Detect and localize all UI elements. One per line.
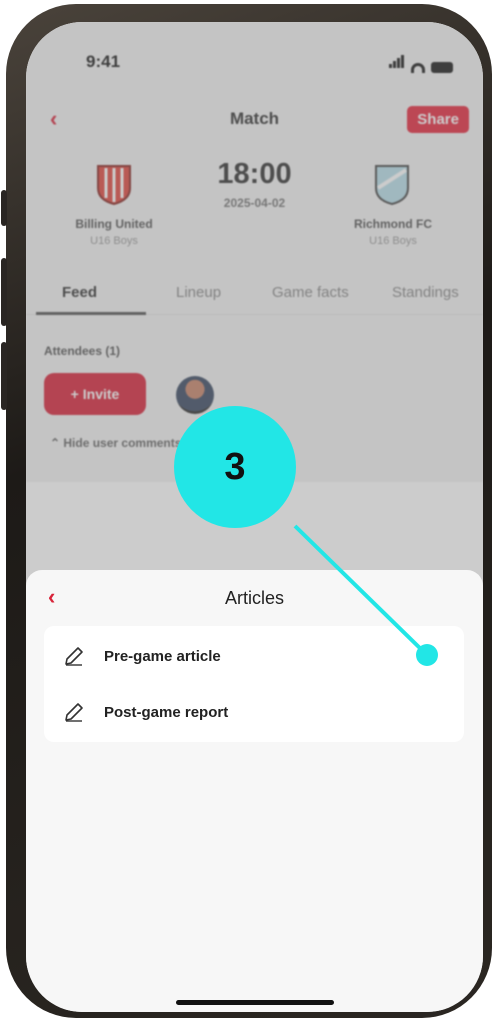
step-callout-badge: 3 — [174, 406, 296, 528]
